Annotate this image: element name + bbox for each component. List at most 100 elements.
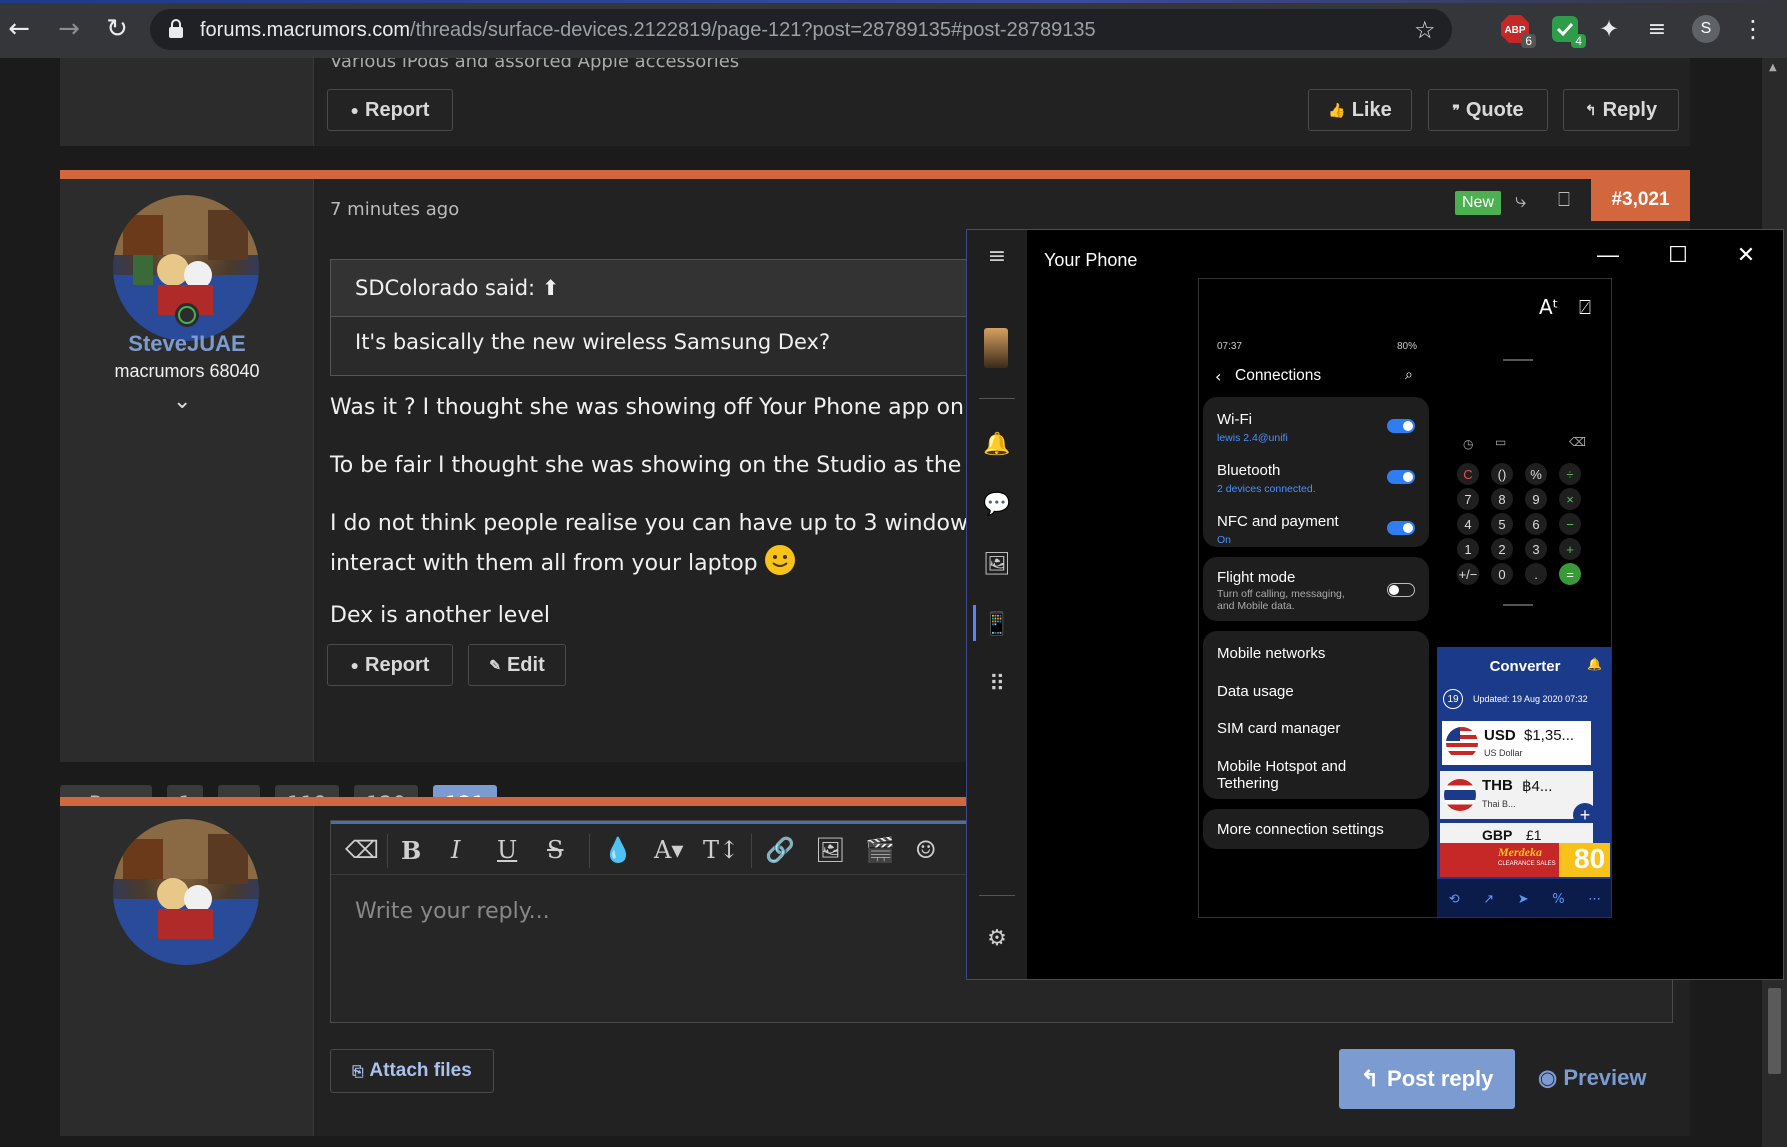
forward-icon[interactable]: → bbox=[52, 12, 86, 46]
image-icon[interactable]: 🖼 bbox=[815, 836, 845, 864]
notifications-bell-icon[interactable]: 🔔 bbox=[983, 430, 1011, 458]
font-family-icon[interactable]: A▾ bbox=[654, 836, 683, 864]
ruler-icon[interactable]: ▭ bbox=[1495, 435, 1506, 449]
post-number-link[interactable]: #3,021 bbox=[1591, 179, 1690, 221]
more-connection-settings-item[interactable]: More connection settings bbox=[1217, 821, 1384, 838]
text-input-icon[interactable]: Aᵗ bbox=[1539, 295, 1559, 319]
wifi-label[interactable]: Wi-Fi bbox=[1217, 411, 1252, 428]
sim-manager-item[interactable]: SIM card manager bbox=[1217, 720, 1340, 737]
back-chevron-icon[interactable]: ‹ bbox=[1215, 367, 1221, 386]
username-link[interactable]: SteveJUAE bbox=[60, 331, 314, 357]
bluetooth-label[interactable]: Bluetooth bbox=[1217, 462, 1280, 479]
currency-row-usd[interactable]: USD $1,35... US Dollar bbox=[1440, 719, 1593, 767]
more-icon[interactable]: ⋯ bbox=[1588, 892, 1601, 907]
search-icon[interactable]: ⌕ bbox=[1405, 367, 1413, 383]
calculator-key[interactable]: × bbox=[1559, 488, 1581, 510]
phone-screen-mirror[interactable]: Aᵗ ⍁ 07:37 80% ‹ Connections ⌕ Wi-Fi lew… bbox=[1198, 278, 1612, 918]
history-icon[interactable]: ◷ bbox=[1463, 437, 1473, 451]
calculator-key[interactable]: − bbox=[1559, 513, 1581, 535]
flight-mode-toggle[interactable] bbox=[1387, 583, 1415, 597]
currency-row-thb[interactable]: THB ฿4... Thai B... bbox=[1440, 771, 1593, 819]
preview-button[interactable]: ◉ Preview bbox=[1538, 1065, 1647, 1091]
bell-icon[interactable]: 🔔 bbox=[1587, 657, 1602, 671]
report-button[interactable]: ● Report bbox=[327, 89, 453, 131]
media-icon[interactable]: 🎬 bbox=[865, 836, 895, 864]
wifi-toggle[interactable] bbox=[1387, 419, 1415, 433]
calculator-key[interactable]: 4 bbox=[1457, 513, 1479, 535]
share-icon[interactable]: ⤷ bbox=[1515, 188, 1526, 212]
send-icon[interactable]: ➤ bbox=[1518, 892, 1529, 907]
bookmark-icon[interactable]: ⎕ bbox=[1558, 187, 1570, 211]
chevron-down-icon[interactable]: ⌄ bbox=[173, 389, 191, 414]
minimize-icon[interactable]: — bbox=[1583, 240, 1633, 270]
calculator-key[interactable]: = bbox=[1559, 563, 1581, 585]
bookmark-star-icon[interactable]: ☆ bbox=[1414, 16, 1436, 44]
calculator-key[interactable]: C bbox=[1457, 463, 1479, 485]
adblock-extension-icon[interactable]: ABP 6 bbox=[1500, 14, 1536, 48]
quote-header[interactable]: SDColorado said: ⬆ bbox=[331, 260, 969, 317]
strikethrough-icon[interactable]: S bbox=[547, 836, 563, 864]
data-usage-item[interactable]: Data usage bbox=[1217, 683, 1294, 700]
convert-icon[interactable]: ⟲ bbox=[1449, 892, 1460, 907]
underline-icon[interactable]: U bbox=[497, 836, 517, 864]
calculator-key[interactable]: ÷ bbox=[1559, 463, 1581, 485]
media-queue-icon[interactable]: ≡ bbox=[1640, 12, 1674, 46]
calculator-key[interactable]: +/− bbox=[1457, 563, 1479, 585]
nfc-toggle[interactable] bbox=[1387, 521, 1415, 535]
messages-icon[interactable]: 💬 bbox=[983, 490, 1011, 518]
calculator-key[interactable]: . bbox=[1525, 563, 1547, 585]
calculator-key[interactable]: 2 bbox=[1491, 538, 1513, 560]
currency-row-gbp[interactable]: GBP £1 bbox=[1440, 823, 1593, 843]
calculator-key[interactable]: 3 bbox=[1525, 538, 1547, 560]
like-button[interactable]: 👍 Like bbox=[1308, 89, 1412, 131]
scrollbar-thumb[interactable] bbox=[1768, 988, 1781, 1074]
puzzle-extensions-icon[interactable]: ✦ bbox=[1592, 12, 1626, 46]
calculator-key[interactable]: 9 bbox=[1525, 488, 1547, 510]
shield-check-extension-icon[interactable]: 4 bbox=[1550, 14, 1586, 48]
attach-files-button[interactable]: ⎘ Attach files bbox=[330, 1049, 494, 1093]
mobile-networks-item[interactable]: Mobile networks bbox=[1217, 645, 1325, 662]
settings-gear-icon[interactable]: ⚙ bbox=[983, 924, 1011, 952]
address-bar[interactable]: forums.macrumors.com/threads/surface-dev… bbox=[150, 9, 1452, 50]
percent-icon[interactable]: % bbox=[1552, 892, 1564, 907]
photos-icon[interactable]: 🖼 bbox=[983, 550, 1011, 578]
post-reply-button[interactable]: ↰ Post reply bbox=[1339, 1049, 1515, 1109]
window-handle[interactable] bbox=[1503, 359, 1533, 361]
calculator-key[interactable]: 6 bbox=[1525, 513, 1547, 535]
link-icon[interactable]: 🔗 bbox=[765, 836, 795, 864]
reply-input[interactable]: Write your reply... bbox=[355, 899, 550, 924]
italic-icon[interactable]: I bbox=[451, 836, 460, 864]
advertisement-banner[interactable]: Merdeka CLEARANCE SALES 80 bbox=[1440, 843, 1610, 877]
font-size-icon[interactable]: T↕ bbox=[703, 836, 739, 864]
back-icon[interactable]: ← bbox=[2, 12, 36, 46]
backspace-icon[interactable]: ⌫ bbox=[1569, 435, 1586, 449]
calculator-key[interactable]: 5 bbox=[1491, 513, 1513, 535]
post-timestamp[interactable]: 7 minutes ago bbox=[330, 199, 459, 220]
calculator-key[interactable]: % bbox=[1525, 463, 1547, 485]
calculator-key[interactable]: 7 bbox=[1457, 488, 1479, 510]
quote-button[interactable]: ❞ Quote bbox=[1428, 89, 1548, 131]
arrow-up-circle-icon[interactable]: ⬆ bbox=[542, 276, 560, 300]
hotspot-item[interactable]: Mobile Hotspot and bbox=[1217, 758, 1346, 775]
calculator-key[interactable]: 8 bbox=[1491, 488, 1513, 510]
flight-mode-label[interactable]: Flight mode bbox=[1217, 569, 1295, 586]
eraser-icon[interactable]: ⌫ bbox=[345, 836, 379, 864]
text-color-icon[interactable]: 💧 bbox=[603, 836, 633, 864]
menu-kebab-icon[interactable]: ⋮ bbox=[1736, 12, 1770, 46]
dialpad-icon[interactable]: ⠿ bbox=[983, 670, 1011, 698]
close-icon[interactable]: ✕ bbox=[1721, 240, 1771, 270]
edit-button[interactable]: ✎ Edit bbox=[468, 644, 566, 686]
report-button[interactable]: ● Report bbox=[327, 644, 453, 686]
disconnect-phone-icon[interactable]: ⍁ bbox=[1579, 295, 1591, 319]
calculator-key[interactable]: 1 bbox=[1457, 538, 1479, 560]
chart-icon[interactable]: ↗ bbox=[1483, 892, 1494, 907]
calculator-key[interactable]: () bbox=[1491, 463, 1513, 485]
calculator-key[interactable]: + bbox=[1559, 538, 1581, 560]
maximize-icon[interactable]: ☐ bbox=[1653, 240, 1703, 270]
emoji-icon[interactable]: ☺ bbox=[915, 836, 937, 864]
nfc-label[interactable]: NFC and payment bbox=[1217, 513, 1339, 530]
scroll-up-icon[interactable]: ▲ bbox=[1769, 62, 1777, 73]
profile-avatar[interactable]: S bbox=[1692, 15, 1720, 43]
window-handle[interactable] bbox=[1503, 604, 1533, 606]
phone-screen-icon[interactable]: 📱 bbox=[983, 610, 1011, 638]
